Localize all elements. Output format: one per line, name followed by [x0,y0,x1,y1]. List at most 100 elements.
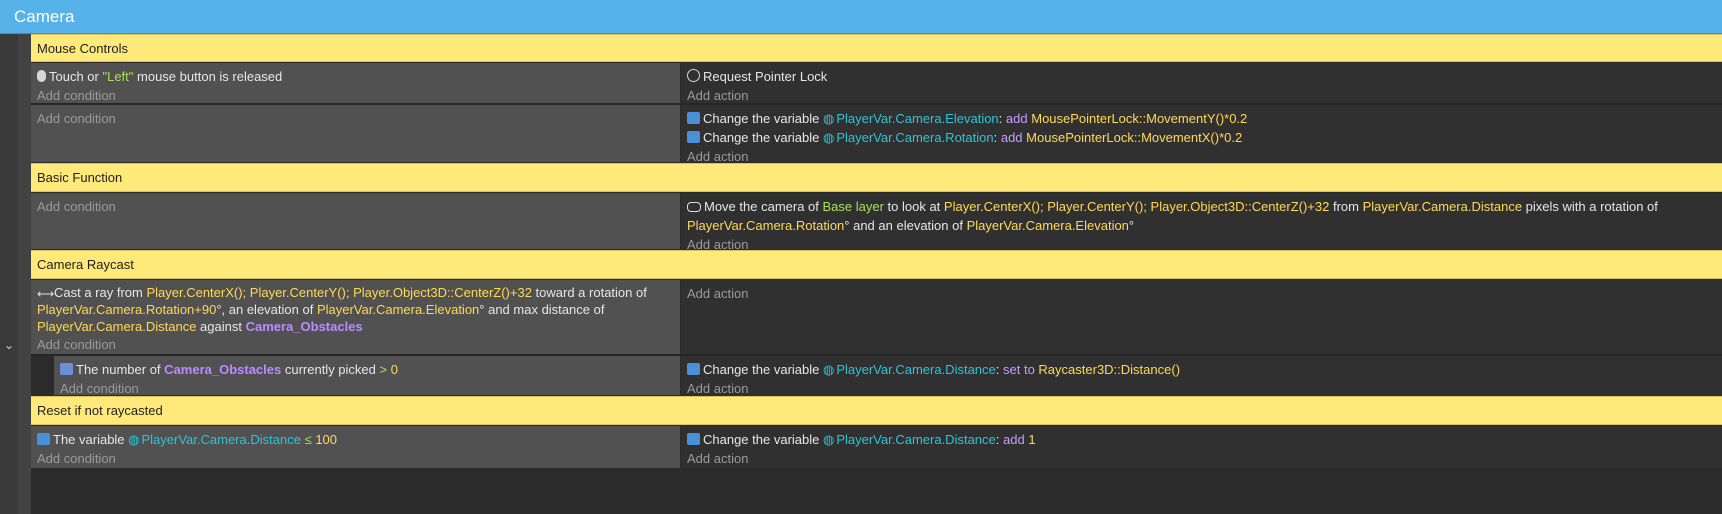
expression: Player.CenterX(); Player.CenterY(); Play… [146,285,532,300]
text: mouse button is released [133,69,283,84]
action-move-camera[interactable]: Move the camera of Base layer to look at… [687,197,1716,235]
object-name: Camera_Obstacles [164,362,282,377]
text: pixels with a rotation of [1522,199,1658,214]
text: Request Pointer Lock [703,69,828,84]
group-title: Camera [14,6,75,26]
add-condition-link[interactable]: Add condition [37,197,674,216]
text: ° [1128,218,1135,233]
text: The variable [53,432,129,447]
text: to look at [883,199,944,214]
text: toward a rotation of [531,285,647,300]
comment-text: Mouse Controls [37,40,129,56]
conditions-panel[interactable]: The number of Camera_Obstacles currently… [54,356,681,396]
variable-icon [687,131,700,143]
conditions-panel[interactable]: Touch or "Left" mouse button is released… [31,63,681,103]
text: : [993,130,1001,145]
variable-icon [687,363,700,375]
action-change-elevation[interactable]: Change the variable ◍ PlayerVar.Camera.El… [687,109,1716,128]
variable-name: PlayerVar.Camera.Elevation [836,111,999,126]
actions-panel[interactable]: Add action [681,280,1722,354]
variable-name: PlayerVar.Camera.Distance [836,432,996,447]
condition-objects-picked[interactable]: The number of Camera_Obstacles currently… [60,360,674,379]
event-reset-distance[interactable]: The variable ◍ PlayerVar.Camera.Distance … [31,426,1722,468]
variable-name: PlayerVar.Camera.Distance [836,362,996,377]
expression: 1 [1028,432,1036,447]
action-add-distance[interactable]: Change the variable ◍ PlayerVar.Camera.Di… [687,430,1716,449]
conditions-panel[interactable]: Add condition [31,193,681,249]
events-sheet: Camera ⌄ Mouse Controls Touch or "Left" … [0,0,1722,514]
event-mouse-movement[interactable]: Add condition Change the variable ◍ Playe… [31,105,1722,164]
comment-basic-function[interactable]: Basic Function [31,163,1722,192]
text: Touch or [49,69,103,84]
value: 0 [390,362,398,377]
sub-event-obstacles-picked[interactable]: The number of Camera_Obstacles currently… [54,356,1722,396]
globe-icon: ◍ [822,362,835,377]
action-change-rotation[interactable]: Change the variable ◍ PlayerVar.Camera.Ro… [687,128,1716,147]
add-action-link[interactable]: Add action [687,449,1716,468]
globe-icon: ◍ [822,130,835,145]
condition-cast-ray[interactable]: Cast a ray from Player.CenterX(); Player… [37,284,674,335]
expression: PlayerVar.Camera.Distance [1362,199,1523,214]
text: Move the camera of [704,199,823,214]
add-condition-link[interactable]: Add condition [37,109,674,128]
event-camera-look-at[interactable]: Add condition Move the camera of Base la… [31,193,1722,252]
text: The number of [76,362,165,377]
action-set-distance[interactable]: Change the variable ◍ PlayerVar.Camera.Di… [687,360,1716,379]
operator: add [1003,432,1025,447]
expression: PlayerVar.Camera.Rotation+90 [37,302,217,317]
event-raycast[interactable]: Cast a ray from Player.CenterX(); Player… [31,280,1722,354]
operator: set to [1003,362,1035,377]
actions-panel[interactable]: Change the variable ◍ PlayerVar.Camera.Di… [681,356,1722,396]
text: Change the variable [703,111,823,126]
expression: PlayerVar.Camera.Elevation [966,218,1129,233]
operator: > [379,362,388,377]
comment-mouse-controls[interactable]: Mouse Controls [31,34,1722,62]
expression: Raycaster3D::Distance() [1038,362,1181,377]
text: : [998,111,1006,126]
add-action-link[interactable]: Add action [687,284,1716,303]
expression: PlayerVar.Camera.Rotation [687,218,845,233]
variable-name: PlayerVar.Camera.Distance [141,432,301,447]
pointer-lock-icon [687,69,700,82]
mouse-icon [37,70,46,82]
camera-icon [687,202,701,212]
conditions-panel[interactable]: Add condition [31,105,681,162]
layer-name: Base layer [822,199,884,214]
raycast-icon [37,285,51,297]
condition-variable-compare[interactable]: The variable ◍ PlayerVar.Camera.Distance … [37,430,674,449]
value: 100 [315,432,338,447]
expression: MousePointerLock::MovementY()*0.2 [1031,111,1248,126]
condition-mouse-released[interactable]: Touch or "Left" mouse button is released [37,67,674,86]
text: Change the variable [703,432,823,447]
mouse-button-value: "Left" [102,69,134,84]
operator: add [1005,111,1028,126]
action-request-pointer-lock[interactable]: Request Pointer Lock [687,67,1716,86]
text: ° and max distance of [479,302,605,317]
actions-panel[interactable]: Change the variable ◍ PlayerVar.Camera.El… [681,105,1722,164]
text: Change the variable [703,130,823,145]
comment-reset[interactable]: Reset if not raycasted [31,396,1722,425]
conditions-panel[interactable]: Cast a ray from Player.CenterX(); Player… [31,280,681,354]
text: Change the variable [703,362,823,377]
comment-camera-raycast[interactable]: Camera Raycast [31,250,1722,279]
actions-panel[interactable]: Move the camera of Base layer to look at… [681,193,1722,252]
add-condition-link[interactable]: Add condition [37,449,674,468]
variable-icon [687,433,700,445]
actions-panel[interactable]: Request Pointer Lock Add action [681,63,1722,103]
chevron-down-icon[interactable]: ⌄ [2,338,16,352]
comment-text: Camera Raycast [37,257,134,272]
text: currently picked [281,362,380,377]
comment-text: Reset if not raycasted [37,403,163,418]
expression: Player.CenterX(); Player.CenterY(); Play… [943,199,1330,214]
object-name: Camera_Obstacles [245,319,363,334]
event-mouse-release[interactable]: Touch or "Left" mouse button is released… [31,63,1722,103]
operator: add [1000,130,1023,145]
expression: PlayerVar.Camera.Elevation [316,302,480,317]
globe-icon: ◍ [822,111,835,126]
globe-icon: ◍ [128,432,140,447]
group-header-camera[interactable]: Camera [0,0,1722,34]
conditions-panel[interactable]: The variable ◍ PlayerVar.Camera.Distance … [31,426,681,468]
actions-panel[interactable]: Change the variable ◍ PlayerVar.Camera.Di… [681,426,1722,468]
variable-icon [687,112,700,124]
add-condition-link[interactable]: Add condition [37,335,674,354]
